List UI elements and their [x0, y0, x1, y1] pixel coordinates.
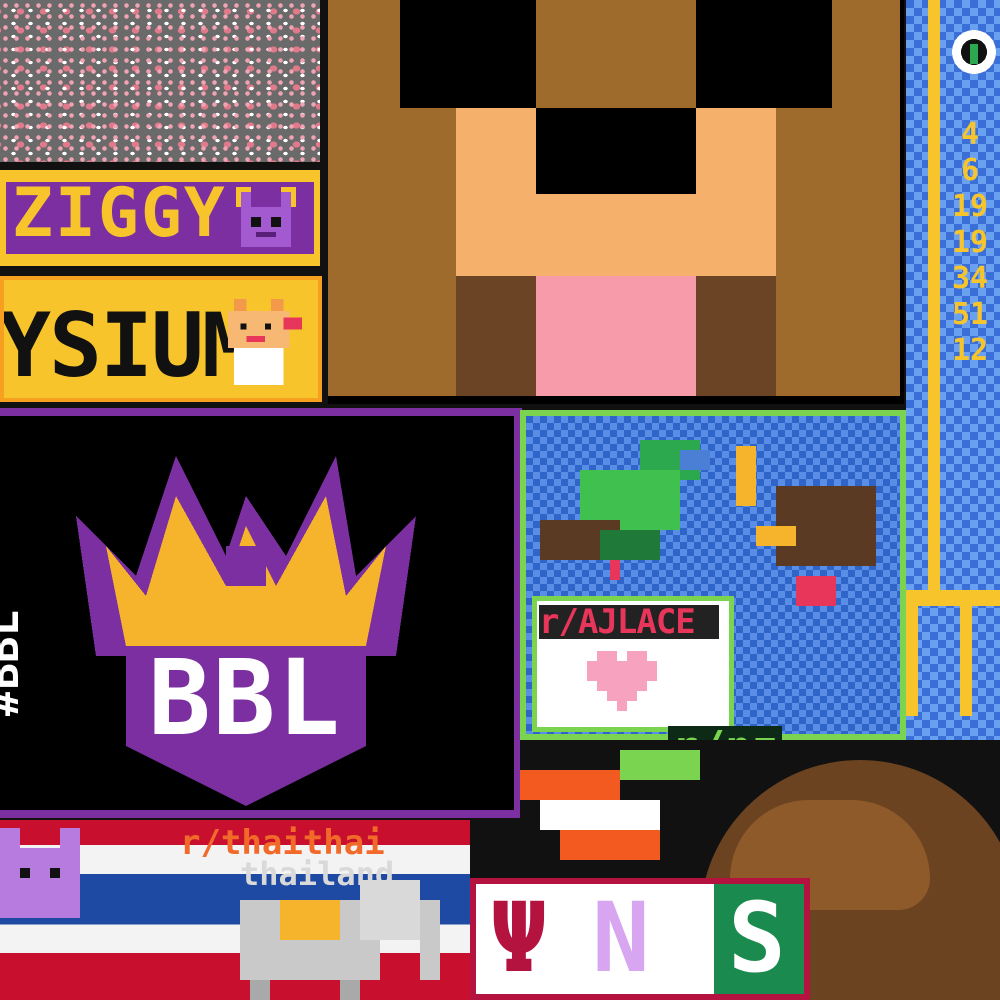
- steve-eye-left: [400, 0, 536, 108]
- purple-cat-icon: [236, 187, 296, 247]
- kiwi-bird-icon: [736, 446, 876, 606]
- bbl-hashtag: #BBL: [0, 610, 29, 716]
- steve-nose: [536, 108, 696, 194]
- thailand-flag-art: r/thaithai thailand: [0, 820, 470, 1000]
- steve-beard-left: [456, 276, 536, 396]
- wns-logo-art: Ψ N S: [470, 878, 810, 1000]
- purple-cat-icon: [0, 828, 80, 918]
- bbl-label: BBL: [148, 637, 342, 759]
- minecraft-steve-face: [328, 0, 904, 404]
- parrot-icon: [540, 440, 710, 580]
- steve-cheeks: [456, 194, 776, 276]
- steve-beard-right: [696, 276, 776, 396]
- n-letter: N: [592, 882, 650, 994]
- elephant-icon: [240, 880, 440, 1000]
- steve-skin-right: [696, 108, 776, 194]
- pixel-canvas: ZIGGY YSIUM 4 6 19 19 34 51 12 BBL #BBL …: [0, 0, 1000, 1000]
- orange-swirl-icon: [520, 750, 700, 860]
- nz-panel-art: r/AJLACE: [520, 410, 906, 740]
- steve-skin-left: [456, 108, 536, 194]
- trident-icon: [906, 0, 1000, 716]
- ysium-label: YSIUM: [0, 294, 255, 397]
- place-badge: r/AJLACE: [532, 596, 734, 732]
- psi-letter: Ψ: [490, 882, 548, 994]
- bbl-crest-art: BBL #BBL: [0, 408, 522, 818]
- heart-icon: [587, 651, 657, 711]
- ysium-banner: YSIUM: [0, 276, 322, 402]
- place-label: r/AJLACE: [539, 605, 719, 639]
- right-strip-art: 4 6 19 19 34 51 12: [906, 0, 1000, 750]
- ziggy-label: ZIGGY: [12, 174, 227, 253]
- pink-noise-art: [0, 0, 320, 162]
- crown-icon: [76, 456, 416, 806]
- steve-hair-left: [328, 0, 400, 110]
- s-letter: S: [728, 882, 786, 994]
- orange-cat-icon: [228, 298, 302, 386]
- ziggy-banner: ZIGGY: [0, 170, 320, 266]
- steve-eye-right: [696, 0, 832, 108]
- steve-mouth: [536, 276, 696, 396]
- s-block: S: [714, 882, 804, 994]
